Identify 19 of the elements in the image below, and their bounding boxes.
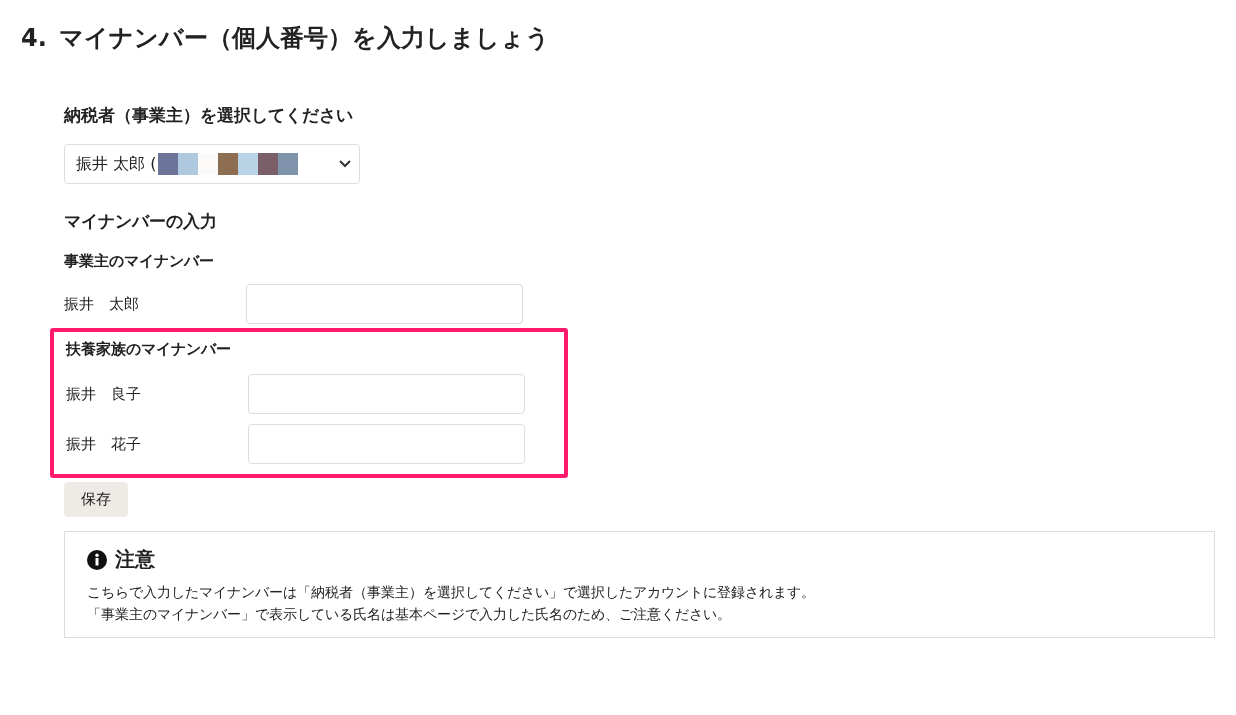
notice-text: こちらで入力したマイナンバーは「納税者（事業主）を選択してください」で選択したアカウントに登録されます。 bbox=[87, 583, 816, 602]
person-name: 振井 太郎 bbox=[64, 294, 140, 314]
person-name: 振井 良子 bbox=[66, 384, 142, 404]
input-field[interactable] bbox=[246, 284, 523, 324]
info-icon bbox=[87, 549, 107, 570]
field-label: 納税者（事業主）を選択してください bbox=[64, 104, 354, 127]
notice-text: 「事業主のマイナンバー」で表示している氏名は基本ページで入力した氏名のため、ご注意ください。 bbox=[87, 605, 732, 624]
group-title: 事業主のマイナンバー bbox=[64, 252, 215, 272]
group-title: 扶養家族のマイナンバー bbox=[66, 340, 232, 360]
person-name: 振井 花子 bbox=[66, 434, 142, 454]
save-button[interactable]: 保存 bbox=[64, 482, 128, 517]
input-field[interactable] bbox=[248, 374, 525, 414]
page-title: マイナンバー（個人番号）を入力しましょう bbox=[58, 23, 550, 54]
chevron-down-icon bbox=[339, 160, 351, 168]
input-field[interactable] bbox=[248, 424, 525, 464]
step-number: 4. bbox=[21, 24, 47, 52]
taxpayer-select[interactable]: 振井 太郎 ( bbox=[64, 144, 360, 184]
notice-title: 注意 bbox=[115, 546, 155, 573]
section-title: マイナンバーの入力 bbox=[64, 210, 218, 233]
